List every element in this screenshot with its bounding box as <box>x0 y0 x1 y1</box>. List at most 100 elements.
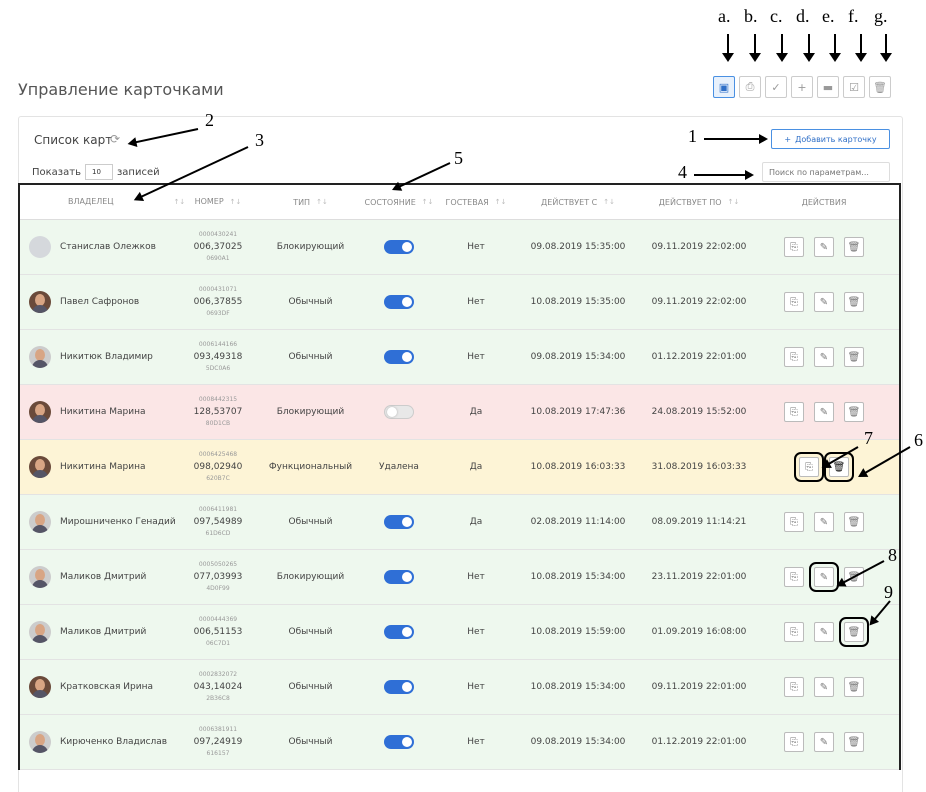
add-card-button[interactable]: + Добавить карточку <box>771 129 890 149</box>
delete-button[interactable]: 🗑 <box>844 402 864 422</box>
trash-icon[interactable]: 🗑 <box>869 76 891 98</box>
state-toggle[interactable] <box>384 240 414 254</box>
valid-to: 01.09.2019 16:08:00 <box>651 627 747 637</box>
valid-to: 09.11.2019 22:01:00 <box>651 682 747 692</box>
delete-button[interactable]: 🗑 <box>844 677 864 697</box>
annotation-arrow <box>880 34 892 62</box>
state-toggle[interactable] <box>384 350 414 364</box>
row-actions: ⎘ ✎ 🗑 <box>759 402 889 422</box>
card-number-hex: 620B7C <box>206 475 230 482</box>
state-toggle[interactable] <box>384 625 414 639</box>
table-row: Маликов Дмитрий 0005050265 077,03993 4D0F99… <box>20 550 899 605</box>
card-icon[interactable]: ▣ <box>713 76 735 98</box>
annotation-arrow <box>829 34 841 62</box>
card-number-main: 093,49318 <box>193 352 243 362</box>
page-title: Управление карточками <box>18 80 224 99</box>
card-state <box>363 570 435 584</box>
avatar <box>29 346 51 368</box>
copy-button[interactable]: ⎘ <box>784 512 804 532</box>
edit-button[interactable]: ✎ <box>814 677 834 697</box>
refresh-icon[interactable]: ⟳ <box>110 132 120 146</box>
edit-button[interactable]: ✎ <box>814 512 834 532</box>
state-toggle[interactable] <box>384 405 414 419</box>
copy-button[interactable]: ⎘ <box>784 292 804 312</box>
owner-name[interactable]: Кратковская Ирина <box>60 681 178 693</box>
owner-name[interactable]: Мирошниченко Генадий <box>60 516 178 528</box>
edit-button[interactable]: ✎ <box>814 292 834 312</box>
avatar <box>29 621 51 643</box>
edit-button[interactable]: ✎ <box>809 562 839 592</box>
minus-icon[interactable]: ▬ <box>817 76 839 98</box>
copy-button[interactable]: ⎘ <box>784 732 804 752</box>
edit-button[interactable]: ✎ <box>814 237 834 257</box>
callout-number: 1 <box>688 126 697 146</box>
copy-button[interactable]: ⎘ <box>784 567 804 587</box>
plus-icon: + <box>784 134 792 144</box>
search-input[interactable] <box>762 162 890 182</box>
print-icon[interactable]: ⎙ <box>739 76 761 98</box>
copy-button[interactable]: ⎘ <box>784 402 804 422</box>
row-actions: ⎘ ✎ 🗑 <box>759 512 889 532</box>
delete-button[interactable]: 🗑 <box>839 617 869 647</box>
page-size-input[interactable]: 10 <box>84 164 113 180</box>
card-guest: Нет <box>467 297 485 307</box>
user-add-icon[interactable]: + <box>791 76 813 98</box>
owner-name[interactable]: Кирюченко Владислав <box>60 736 178 748</box>
owner-name[interactable]: Станислав Олежков <box>60 241 178 253</box>
valid-from: 02.08.2019 11:14:00 <box>530 517 626 527</box>
avatar <box>29 731 51 753</box>
edit-button[interactable]: ✎ <box>814 732 834 752</box>
delete-button[interactable]: 🗑 <box>844 347 864 367</box>
card-number: 0006411981 097,54989 61D6CD <box>178 504 258 540</box>
table-body: Станислав Олежков 0000430241 006,37025 0690… <box>20 220 899 770</box>
delete-button[interactable]: 🗑 <box>844 732 864 752</box>
owner-name[interactable]: Маликов Дмитрий <box>60 571 178 583</box>
owner-name[interactable]: Никитина Марина <box>60 461 178 473</box>
delete-button[interactable]: 🗑 <box>844 292 864 312</box>
valid-from: 09.08.2019 15:35:00 <box>530 242 626 252</box>
add-card-label: Добавить карточку <box>795 134 877 144</box>
card-guest: Нет <box>467 242 485 252</box>
user-check-icon[interactable]: ✓ <box>765 76 787 98</box>
owner-name[interactable]: Никитюк Владимир <box>60 351 178 363</box>
owner-name[interactable]: Никитина Марина <box>60 406 178 418</box>
card-type: Блокирующий <box>276 407 345 417</box>
col-guest[interactable]: ГОСТЕВАЯ ↑↓ <box>435 198 517 207</box>
edit-button[interactable]: ✎ <box>814 622 834 642</box>
state-toggle[interactable] <box>384 570 414 584</box>
annotation-letter: b. <box>744 6 758 26</box>
delete-button[interactable]: 🗑 <box>844 237 864 257</box>
state-toggle[interactable] <box>384 515 414 529</box>
card-number-raw: 0006425468 <box>198 451 238 458</box>
card-guest: Да <box>469 462 483 472</box>
copy-button[interactable]: ⎘ <box>784 677 804 697</box>
owner-name[interactable]: Маликов Дмитрий <box>60 626 178 638</box>
check-icon[interactable]: ☑ <box>843 76 865 98</box>
state-toggle[interactable] <box>384 735 414 749</box>
col-state[interactable]: СОСТОЯНИЕ ↑↓ <box>363 198 435 207</box>
card-type: Обычный <box>288 297 333 307</box>
card-number: 0008442315 128,53707 80D1CB <box>178 394 258 430</box>
state-toggle[interactable] <box>384 680 414 694</box>
col-valid-to[interactable]: ДЕЙСТВУЕТ ПО ↑↓ <box>639 198 759 207</box>
owner-name[interactable]: Павел Сафронов <box>60 296 178 308</box>
col-valid-from[interactable]: ДЕЙСТВУЕТ С ↑↓ <box>517 198 639 207</box>
copy-button[interactable]: ⎘ <box>784 237 804 257</box>
copy-button[interactable]: ⎘ <box>794 452 824 482</box>
col-owner[interactable]: ВЛАДЕЛЕЦ ↑↓ <box>60 196 185 208</box>
row-actions: ⎘ ✎ 🗑 <box>759 732 889 752</box>
delete-button[interactable]: 🗑 <box>844 512 864 532</box>
edit-button[interactable]: ✎ <box>814 402 834 422</box>
valid-to: 09.11.2019 22:02:00 <box>651 297 747 307</box>
callout-number: 2 <box>205 110 214 130</box>
col-number[interactable]: НОМЕР ↑↓ <box>178 196 258 208</box>
valid-from: 09.08.2019 15:34:00 <box>530 737 626 747</box>
avatar <box>29 236 51 258</box>
edit-button[interactable]: ✎ <box>814 347 834 367</box>
col-type[interactable]: ТИП ↑↓ <box>258 198 363 207</box>
table-row: Маликов Дмитрий 0000444369 006,51153 06C7D1… <box>20 605 899 660</box>
state-toggle[interactable] <box>384 295 414 309</box>
copy-button[interactable]: ⎘ <box>784 347 804 367</box>
copy-button[interactable]: ⎘ <box>784 622 804 642</box>
page-size-control: Показать 10 записей <box>32 164 160 180</box>
